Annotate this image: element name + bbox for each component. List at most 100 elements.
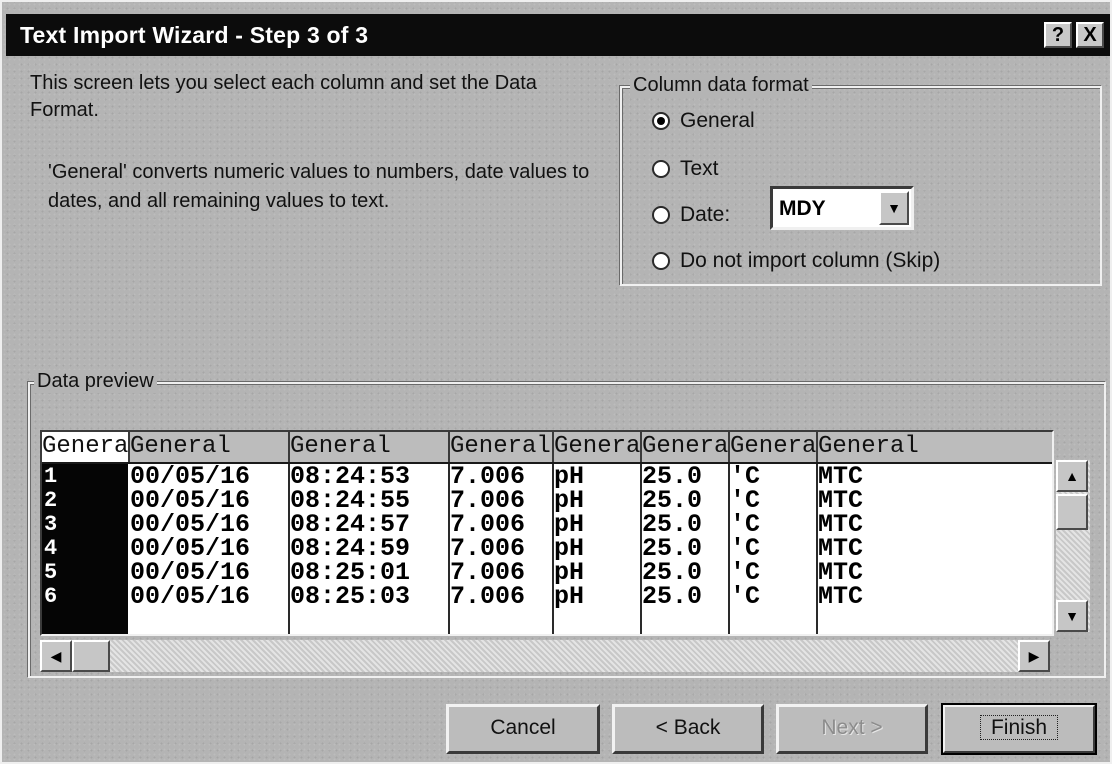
table-cell: 'C [730,465,761,489]
table-cell: 25.0 [642,513,703,537]
dropdown-arrow-icon[interactable]: ▼ [879,191,909,225]
scroll-right-icon[interactable]: ▶ [1018,640,1050,672]
column-header-8[interactable]: General [818,432,1052,462]
radio-date-indicator[interactable] [652,206,670,224]
finish-button[interactable]: Finish [941,703,1097,755]
date-format-select[interactable]: MDY ▼ [770,186,914,230]
help-button[interactable]: ? [1044,22,1072,48]
table-cell: 3 [44,513,58,537]
table-cell: 7.006 [450,465,526,489]
table-cell: 25.0 [642,489,703,513]
table-cell: 7.006 [450,513,526,537]
table-cell: MTC [818,537,864,561]
vertical-scrollbar[interactable]: ▲ ▼ [1056,460,1090,632]
radio-general-indicator[interactable] [652,112,670,130]
table-cell: MTC [818,489,864,513]
description-select-columns: This screen lets you select each column … [30,72,537,121]
cancel-button[interactable]: Cancel [446,704,600,754]
title-bar: Text Import Wizard - Step 3 of 3 ? X [6,14,1110,56]
back-button[interactable]: < Back [612,704,764,754]
table-cell: MTC [818,561,864,585]
table-cell: 08:24:59 [290,537,411,561]
scroll-left-icon[interactable]: ◀ [40,640,72,672]
table-cell: 08:25:01 [290,561,411,585]
column-header-3[interactable]: General [290,432,450,462]
radio-skip-column[interactable]: Do not import column (Skip) [652,246,940,276]
column-header-5[interactable]: General [554,432,642,462]
table-cell: pH [554,513,585,537]
table-cell: MTC [818,465,864,489]
next-button[interactable]: Next > [776,704,928,754]
scroll-down-icon[interactable]: ▼ [1056,600,1088,632]
table-cell: MTC [818,513,864,537]
table-cell: 4 [44,537,58,561]
table-cell: 00/05/16 [130,513,251,537]
table-cell: 00/05/16 [130,585,251,609]
data-preview-grid[interactable]: General General General General General … [40,430,1054,636]
radio-text-indicator[interactable] [652,160,670,178]
table-cell: 7.006 [450,537,526,561]
data-preview-legend: Data preview [34,370,157,393]
table-cell: MTC [818,585,864,609]
horizontal-scrollbar[interactable]: ◀ ▶ [40,640,1050,672]
table-cell: 2 [44,489,58,513]
table-row: 4 00/05/16 08:24:59 7.006 pH 25.0 'C MTC [42,537,1052,561]
table-row: 3 00/05/16 08:24:57 7.006 pH 25.0 'C MTC [42,513,1052,537]
table-cell: 'C [730,561,761,585]
table-row: 5 00/05/16 08:25:01 7.006 pH 25.0 'C MTC [42,561,1052,585]
table-cell: 00/05/16 [130,489,251,513]
close-button[interactable]: X [1076,22,1104,48]
radio-general-label: General [680,109,755,132]
table-row: 2 00/05/16 08:24:55 7.006 pH 25.0 'C MTC [42,489,1052,513]
column-header-4[interactable]: General [450,432,554,462]
column-data-format-legend: Column data format [630,74,812,97]
radio-general[interactable]: General [652,106,755,136]
radio-text-label: Text [680,157,719,180]
table-cell: pH [554,537,585,561]
table-cell: 08:24:55 [290,489,411,513]
table-cell: 1 [44,465,58,489]
vertical-scroll-thumb[interactable] [1056,494,1088,530]
table-cell: 00/05/16 [130,465,251,489]
column-header-7[interactable]: General [730,432,818,462]
table-cell: pH [554,561,585,585]
table-cell: 25.0 [642,585,703,609]
radio-skip-label: Do not import column (Skip) [680,249,941,272]
date-format-value: MDY [779,197,826,220]
table-row: 6 00/05/16 08:25:03 7.006 pH 25.0 'C MTC [42,585,1052,609]
table-cell: 'C [730,537,761,561]
radio-text[interactable]: Text [652,154,719,184]
table-cell: 7.006 [450,585,526,609]
description-general-format: 'General' converts numeric values to num… [48,161,590,212]
table-cell: 25.0 [642,561,703,585]
table-cell: 'C [730,489,761,513]
column-header-2[interactable]: General [130,432,290,462]
finish-button-label: Finish [979,715,1059,740]
table-cell: 25.0 [642,465,703,489]
window-title: Text Import Wizard - Step 3 of 3 [20,22,369,48]
table-cell: 00/05/16 [130,537,251,561]
table-cell: 'C [730,585,761,609]
text-import-wizard-dialog: Text Import Wizard - Step 3 of 3 ? X Thi… [0,0,1112,764]
table-cell: pH [554,585,585,609]
table-cell: 00/05/16 [130,561,251,585]
table-cell: 08:24:53 [290,465,411,489]
table-cell: 08:25:03 [290,585,411,609]
radio-skip-indicator[interactable] [652,252,670,270]
table-cell: 6 [44,585,58,609]
table-cell: pH [554,489,585,513]
table-cell: 7.006 [450,561,526,585]
table-cell: 08:24:57 [290,513,411,537]
radio-date-label: Date: [680,203,731,226]
table-row: 1 00/05/16 08:24:53 7.006 pH 25.0 'C MTC [42,465,1052,489]
radio-date[interactable]: Date: [652,200,730,230]
column-data-format-group: Column data format General Text Date: MD… [620,74,1102,286]
column-header-6[interactable]: General [642,432,730,462]
table-cell: pH [554,465,585,489]
scroll-up-icon[interactable]: ▲ [1056,460,1088,492]
table-cell: 7.006 [450,489,526,513]
table-cell: 'C [730,513,761,537]
horizontal-scroll-thumb[interactable] [72,640,110,672]
column-header-1[interactable]: General [42,432,130,462]
table-cell: 5 [44,561,58,585]
